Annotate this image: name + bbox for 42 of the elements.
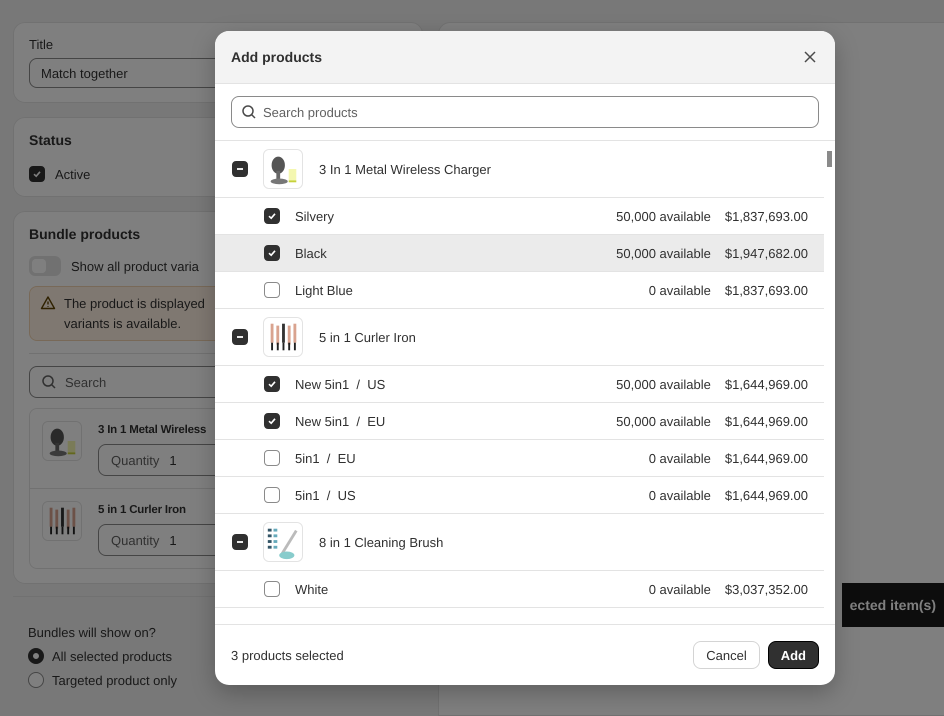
stock-count: 50,000 available (616, 246, 711, 260)
stock-count: 0 available (648, 582, 711, 596)
radio-label: Targeted product only (52, 672, 178, 688)
stock-count: 50,000 available (616, 208, 711, 224)
variant-price: $1,644,969.00 (724, 488, 808, 502)
toggle-label: Show all product varia (71, 258, 199, 274)
product-name: 8 in 1 Cleaning Brush (319, 534, 444, 550)
variant-name: 5in1 / EU (295, 450, 357, 466)
variant-name: New 5in1 / US (295, 376, 386, 392)
stock-count: 0 available (648, 282, 711, 298)
section-heading: Status (29, 132, 72, 148)
variant-name: 5in1 / US (295, 488, 357, 502)
warning-text: variants is available. (64, 315, 182, 332)
variant-price: $1,837,693.00 (724, 282, 808, 298)
variant-name: Black (295, 246, 328, 260)
variant-name: Light Blue (295, 282, 354, 298)
warning-text: The product is displayed (64, 295, 205, 312)
product-name: 5 in 1 Curler Iron (319, 330, 416, 344)
field-label: Title (29, 37, 54, 52)
checkbox-label: Active (55, 166, 90, 182)
section-heading: Bundle products (29, 226, 140, 242)
variant-price: $1,644,969.00 (724, 376, 808, 392)
stock-count: 50,000 available (616, 414, 711, 428)
search-placeholder: Search (65, 374, 106, 390)
variant-name: Silvery (295, 208, 336, 224)
variant-price: $1,837,693.00 (724, 208, 808, 224)
variant-price: $3,037,352.00 (724, 582, 808, 596)
radio-label: All selected products (52, 648, 172, 664)
product-name: 5 in 1 Curler Iron (98, 504, 186, 516)
variant-price: $1,644,969.00 (724, 450, 808, 466)
selection-count: 3 products selected (231, 648, 345, 662)
dialog-title: Add products (231, 49, 322, 65)
variant-price: $1,947,682.00 (724, 246, 808, 260)
variant-price: $1,644,969.00 (724, 414, 808, 428)
product-name: 3 In 1 Metal Wireless (98, 424, 206, 436)
stock-count: 0 available (648, 450, 711, 466)
section-label: Bundles will show on? (28, 625, 157, 640)
stock-count: 50,000 available (616, 376, 711, 392)
variant-name: White (295, 582, 330, 596)
stock-count: 0 available (648, 488, 711, 502)
variant-name: New 5in1 / EU (295, 414, 386, 428)
product-name: 3 In 1 Metal Wireless Charger (319, 162, 491, 176)
